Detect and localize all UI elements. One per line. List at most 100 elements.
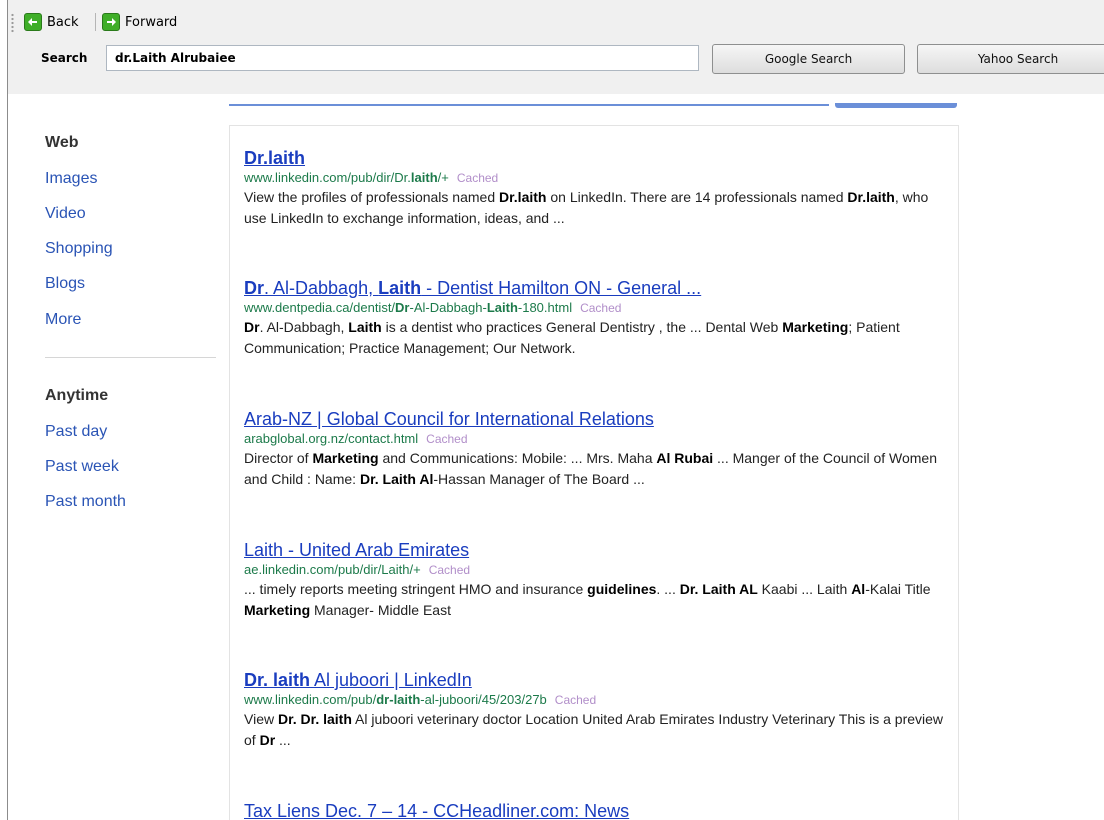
text-segment: -Al-Dabbagh-: [409, 300, 487, 315]
sidebar-item-anytime[interactable]: Anytime: [45, 387, 108, 405]
text-segment: Laith: [486, 300, 518, 315]
text-segment: Dr: [244, 319, 260, 335]
sidebar-item-shopping[interactable]: Shopping: [45, 240, 113, 258]
search-button-edge: [835, 103, 957, 108]
result-title-link[interactable]: Dr. Al-Dabbagh, Laith - Dentist Hamilton…: [244, 277, 944, 299]
result-title-link[interactable]: Laith - United Arab Emirates: [244, 539, 944, 561]
result-url: arabglobal.org.nz/contact.html: [244, 431, 418, 446]
text-segment: -Hassan Manager of The Board ...: [433, 471, 645, 487]
text-segment: /+: [437, 170, 449, 185]
text-segment: on LinkedIn. There are 14 professionals …: [546, 189, 848, 205]
forward-button[interactable]: Forward: [102, 11, 177, 33]
forward-label: Forward: [125, 14, 178, 30]
text-segment: Dr: [244, 278, 265, 298]
text-segment: Dr: [259, 732, 276, 748]
result-title-link[interactable]: Dr.laith: [244, 147, 944, 169]
text-segment: Laith - United Arab Emirates: [244, 540, 470, 560]
text-segment: ae.linkedin.com/pub/dir/Laith/+: [244, 562, 421, 577]
search-label: Search: [41, 51, 88, 65]
text-segment: Manager- Middle East: [310, 602, 451, 618]
text-segment: Dr. Laith Al: [359, 471, 434, 487]
browser-toolbar: Back Forward Search dr.Laith Alrubaiee G…: [8, 0, 1104, 94]
text-segment: Dr: [395, 300, 410, 315]
search-input[interactable]: dr.Laith Alrubaiee: [106, 45, 699, 71]
cached-link[interactable]: Cached: [580, 301, 621, 315]
text-segment: Marketing: [244, 602, 311, 618]
search-result: Arab-NZ | Global Council for Internation…: [244, 408, 944, 490]
text-segment: Laith: [348, 319, 382, 335]
back-button[interactable]: Back: [24, 11, 79, 33]
search-result: Dr. Al-Dabbagh, Laith - Dentist Hamilton…: [244, 277, 944, 359]
search-result: Tax Liens Dec. 7 – 14 - CCHeadliner.com:…: [244, 800, 944, 820]
text-segment: and Communications: Mobile: ... Mrs. Mah…: [378, 450, 657, 466]
search-result: Laith - United Arab Emirates ae.linkedin…: [244, 539, 944, 621]
text-segment: . Al-Dabbagh,: [264, 278, 379, 298]
text-segment: ...: [275, 732, 291, 748]
text-segment: Director of: [244, 450, 313, 466]
google-search-button[interactable]: Google Search: [712, 44, 905, 74]
sidebar-item-blogs[interactable]: Blogs: [45, 275, 85, 293]
text-segment: arabglobal.org.nz/contact.html: [244, 431, 419, 446]
result-url: www.linkedin.com/pub/dr-laith-al-juboori…: [244, 692, 547, 707]
text-segment: View the profiles of professionals named: [244, 189, 499, 205]
yahoo-search-button[interactable]: Yahoo Search: [917, 44, 1104, 74]
cached-link[interactable]: Cached: [429, 563, 470, 577]
text-segment: View: [244, 711, 278, 727]
forward-arrow-icon: [102, 13, 120, 31]
text-segment: www.linkedin.com/pub/: [244, 692, 377, 707]
result-snippet: Dr. Al-Dabbagh, Laith is a dentist who p…: [244, 317, 944, 359]
text-segment: Al: [851, 581, 866, 597]
sidebar-item-more[interactable]: More: [45, 311, 81, 329]
result-url: www.dentpedia.ca/dentist/Dr-Al-Dabbagh-L…: [244, 300, 572, 315]
text-segment: Dr. laith: [244, 670, 311, 690]
search-result: Dr.laith www.linkedin.com/pub/dir/Dr.lai…: [244, 147, 944, 229]
text-segment: . Al-Dabbagh,: [259, 319, 349, 335]
text-segment: Dr.laith: [847, 189, 895, 205]
text-segment: Al Rubai: [656, 450, 714, 466]
sidebar-item-web[interactable]: Web: [45, 134, 78, 152]
text-segment: . ...: [656, 581, 680, 597]
text-segment: Dr.laith: [244, 148, 306, 168]
text-segment: Kaabi ... Laith: [757, 581, 852, 597]
text-segment: www.linkedin.com/pub/dir/Dr.: [244, 170, 411, 185]
text-segment: Dr. Laith AL: [679, 581, 758, 597]
toolbar-grip[interactable]: [11, 13, 14, 33]
cached-link[interactable]: Cached: [426, 432, 467, 446]
back-label: Back: [47, 14, 79, 30]
text-segment: -180.html: [517, 300, 573, 315]
cached-link[interactable]: Cached: [457, 171, 498, 185]
text-segment: - Dentist Hamilton ON - General ...: [421, 278, 702, 298]
text-segment: Dr.laith: [499, 189, 547, 205]
back-arrow-icon: [24, 13, 42, 31]
result-snippet: View Dr. Dr. laith Al juboori veterinary…: [244, 709, 944, 751]
result-title-link[interactable]: Dr. laith Al juboori | LinkedIn: [244, 669, 944, 691]
text-segment: laith: [410, 170, 438, 185]
result-snippet: ... timely reports meeting stringent HMO…: [244, 579, 944, 621]
result-title-link[interactable]: Tax Liens Dec. 7 – 14 - CCHeadliner.com:…: [244, 800, 944, 820]
search-result: Dr. laith Al juboori | LinkedIn www.link…: [244, 669, 944, 751]
text-segment: ... timely reports meeting stringent HMO…: [244, 581, 588, 597]
text-segment: Marketing: [312, 450, 379, 466]
toolbar-separator: [95, 13, 96, 31]
text-segment: dr-laith: [376, 692, 421, 707]
text-segment: Marketing: [782, 319, 849, 335]
cached-link[interactable]: Cached: [555, 693, 596, 707]
result-url: ae.linkedin.com/pub/dir/Laith/+: [244, 562, 421, 577]
sidebar-item-past-week[interactable]: Past week: [45, 458, 119, 476]
sidebar-item-past-day[interactable]: Past day: [45, 423, 107, 441]
text-segment: Tax Liens Dec. 7 – 14 - CCHeadliner.com:…: [244, 801, 630, 820]
text-segment: is a dentist who practices General Denti…: [381, 319, 783, 335]
sidebar-divider: [45, 357, 216, 358]
text-segment: Laith: [378, 278, 422, 298]
window-border: [7, 0, 8, 820]
text-segment: -Kalai Title: [865, 581, 931, 597]
sidebar-item-images[interactable]: Images: [45, 170, 97, 188]
sidebar-item-past-month[interactable]: Past month: [45, 493, 126, 511]
text-segment: -al-juboori/45/203/27b: [420, 692, 547, 707]
text-segment: Al juboori | LinkedIn: [310, 670, 472, 690]
text-segment: guidelines: [587, 581, 657, 597]
results-panel: Dr.laith www.linkedin.com/pub/dir/Dr.lai…: [229, 125, 959, 820]
result-snippet: View the profiles of professionals named…: [244, 187, 944, 229]
sidebar-item-video[interactable]: Video: [45, 205, 86, 223]
result-title-link[interactable]: Arab-NZ | Global Council for Internation…: [244, 408, 944, 430]
